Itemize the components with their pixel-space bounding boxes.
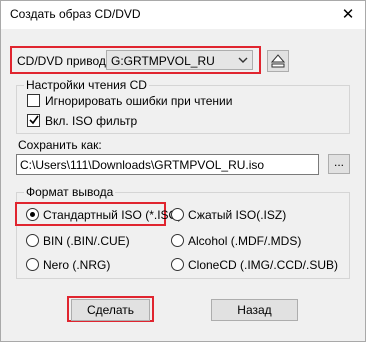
drive-select-value: G:GRTMPVOL_RU [111, 54, 215, 68]
format-label-nrg: Nero (.NRG) [43, 258, 111, 272]
checkmark-icon [29, 115, 39, 125]
iso-filter-checkbox[interactable] [27, 114, 40, 127]
eject-icon [270, 54, 286, 68]
format-label-clonecd: CloneCD (.IMG/.CCD/.SUB) [188, 258, 339, 272]
back-button[interactable]: Назад [211, 299, 298, 321]
ignore-errors-checkbox[interactable] [27, 94, 40, 107]
eject-button[interactable] [267, 50, 289, 72]
radio-selected-dot [30, 212, 35, 217]
save-path-field[interactable]: C:\Users\111\Downloads\GRTMPVOL_RU.iso [16, 154, 319, 175]
format-label-iso: Стандартный ISO (*.ISO) [43, 208, 182, 222]
make-button[interactable]: Сделать [71, 299, 150, 321]
format-radio-bin[interactable] [26, 234, 39, 247]
read-settings-title: Настройки чтения CD [24, 78, 149, 92]
iso-filter-label: Вкл. ISO фильтр [45, 114, 138, 128]
chevron-down-icon [238, 57, 248, 63]
window-title: Создать образ CD/DVD [10, 7, 141, 21]
drive-select[interactable]: G:GRTMPVOL_RU [106, 50, 253, 70]
format-radio-nrg[interactable] [26, 258, 39, 271]
output-format-title: Формат вывода [24, 185, 116, 199]
drive-label: CD/DVD привод: [17, 54, 110, 68]
format-label-mdf: Alcohol (.MDF/.MDS) [188, 234, 302, 248]
browse-button[interactable]: ... [328, 154, 350, 174]
close-icon[interactable]: ✕ [339, 6, 357, 24]
ignore-errors-label: Игнорировать ошибки при чтении [45, 94, 233, 108]
format-label-isz: Сжатый ISO(.ISZ) [188, 208, 287, 222]
format-radio-mdf[interactable] [171, 234, 184, 247]
format-radio-isz[interactable] [171, 208, 184, 221]
create-image-dialog: Создать образ CD/DVD ✕ CD/DVD привод: G:… [0, 0, 366, 342]
format-radio-clonecd[interactable] [171, 258, 184, 271]
format-label-bin: BIN (.BIN/.CUE) [43, 234, 130, 248]
save-path-value: C:\Users\111\Downloads\GRTMPVOL_RU.iso [20, 158, 265, 172]
format-radio-iso[interactable] [26, 208, 39, 221]
save-as-label: Сохранить как: [18, 138, 102, 152]
title-bar: Создать образ CD/DVD ✕ [1, 1, 365, 29]
